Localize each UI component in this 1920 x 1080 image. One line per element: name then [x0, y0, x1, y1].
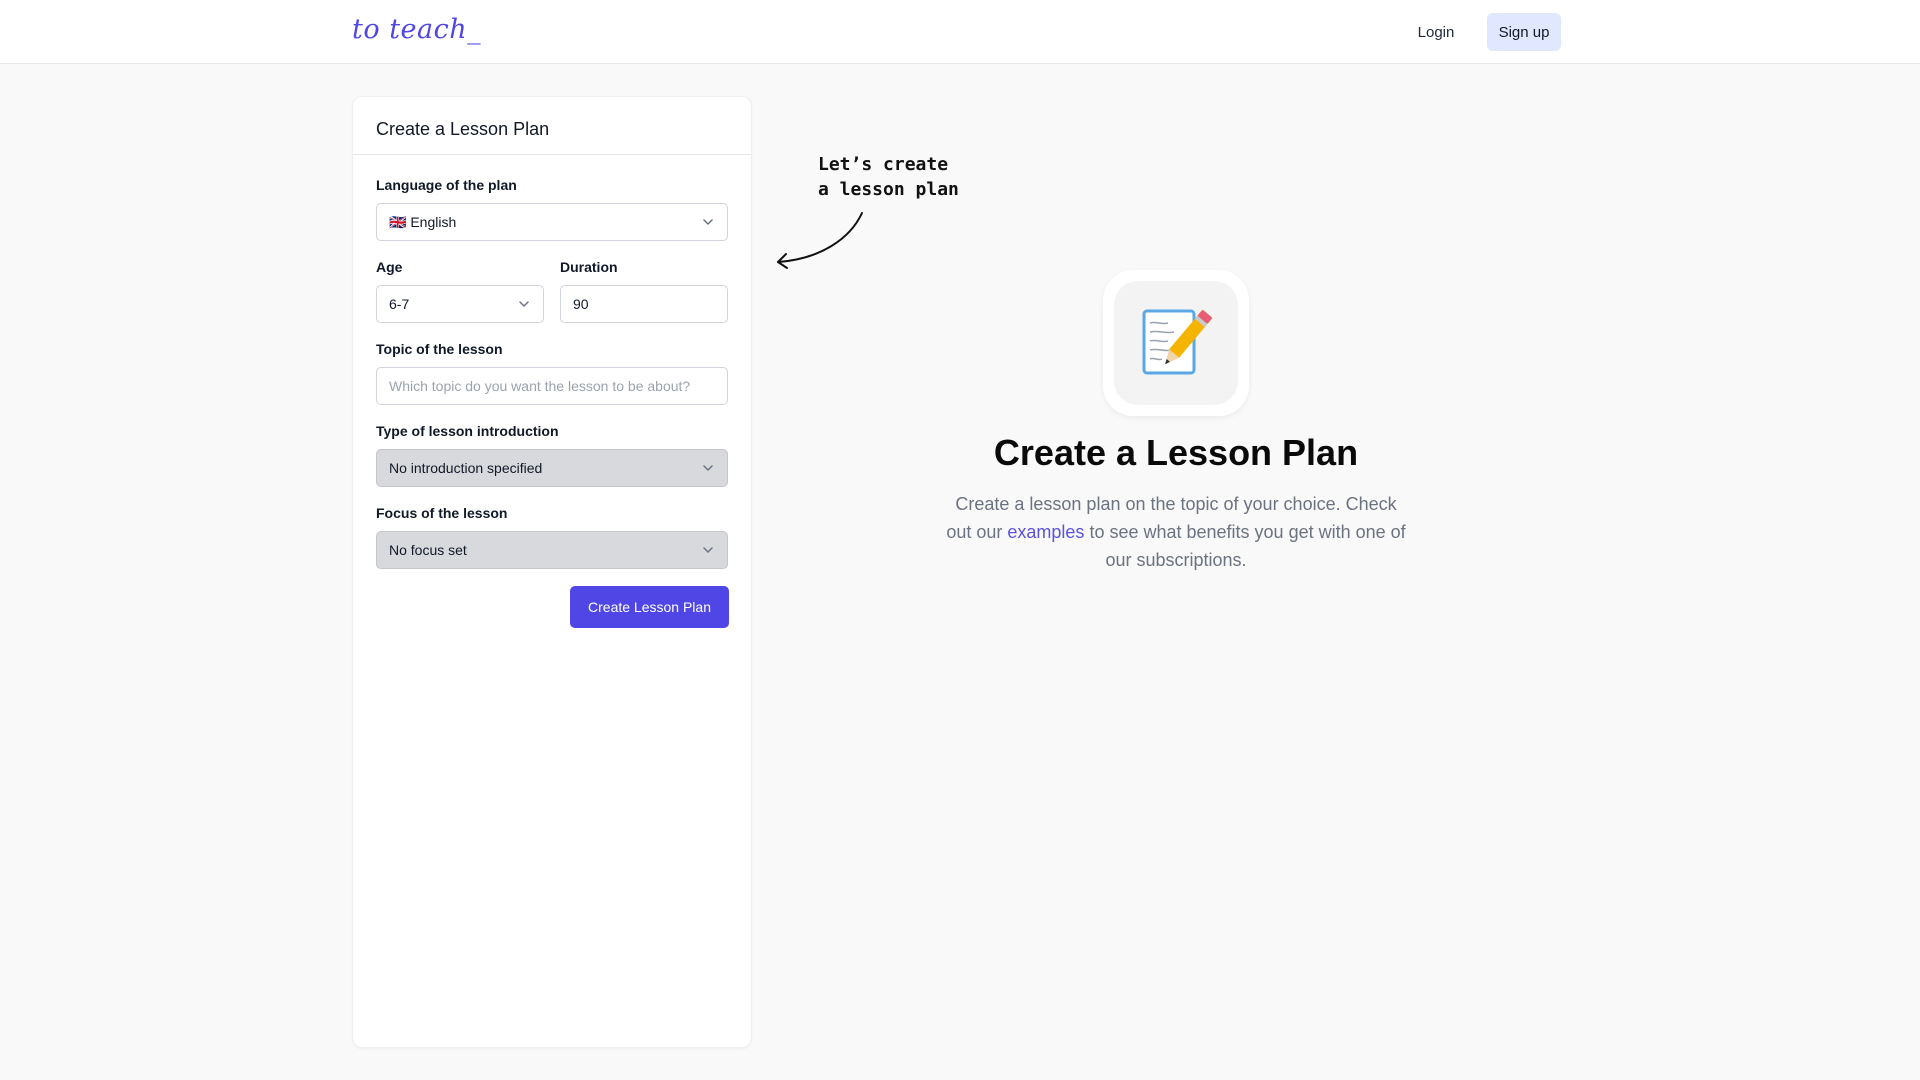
- topic-input[interactable]: [389, 378, 715, 394]
- focus-select[interactable]: No focus set: [376, 531, 728, 569]
- signup-button[interactable]: Sign up: [1487, 13, 1561, 51]
- card-header: Create a Lesson Plan: [353, 97, 751, 155]
- duration-field[interactable]: [560, 285, 728, 323]
- examples-link[interactable]: examples: [1007, 522, 1084, 542]
- topic-field[interactable]: [376, 367, 728, 405]
- language-select[interactable]: 🇬🇧 English: [376, 203, 728, 241]
- focus-label: Focus of the lesson: [376, 505, 508, 521]
- intro-type-select-value: No introduction specified: [389, 460, 543, 476]
- create-lesson-plan-button[interactable]: Create Lesson Plan: [570, 586, 729, 628]
- hero-title: Create a Lesson Plan: [993, 432, 1359, 473]
- age-select-value: 6-7: [389, 296, 410, 312]
- age-label: Age: [376, 259, 403, 275]
- chevron-down-icon: [703, 465, 713, 471]
- hero-desc-text-2: to see what benefits you get with one of…: [1084, 522, 1406, 570]
- memo-pencil-icon: [1142, 309, 1213, 375]
- language-label: Language of the plan: [376, 177, 517, 193]
- chevron-down-icon: [703, 219, 713, 225]
- logo[interactable]: to teach_: [352, 14, 481, 45]
- annotation-text: Let’s create a lesson plan: [818, 152, 959, 202]
- lesson-plan-form-card: Create a Lesson Plan Language of the pla…: [352, 96, 752, 1048]
- age-select[interactable]: 6-7: [376, 285, 544, 323]
- annotation-line-1: Let’s create: [818, 154, 949, 175]
- duration-label: Duration: [560, 259, 618, 275]
- hero-description: Create a lesson plan on the topic of you…: [946, 490, 1406, 574]
- chevron-down-icon: [703, 547, 713, 553]
- login-button[interactable]: Login: [1404, 13, 1468, 51]
- intro-type-select[interactable]: No introduction specified: [376, 449, 728, 487]
- top-navigation-bar: to teach_ Login Sign up: [0, 0, 1920, 64]
- topic-label: Topic of the lesson: [376, 341, 503, 357]
- intro-type-label: Type of lesson introduction: [376, 423, 559, 439]
- hero-icon-tile: [1114, 281, 1238, 405]
- annotation-line-2: a lesson plan: [818, 179, 959, 200]
- duration-input[interactable]: [573, 296, 715, 312]
- language-select-value: 🇬🇧 English: [389, 213, 457, 230]
- chevron-down-icon: [519, 301, 529, 307]
- form-title: Create a Lesson Plan: [376, 119, 550, 139]
- hero-icon-container: [1103, 270, 1249, 416]
- focus-select-value: No focus set: [389, 542, 467, 558]
- curved-arrow-icon: [777, 212, 863, 269]
